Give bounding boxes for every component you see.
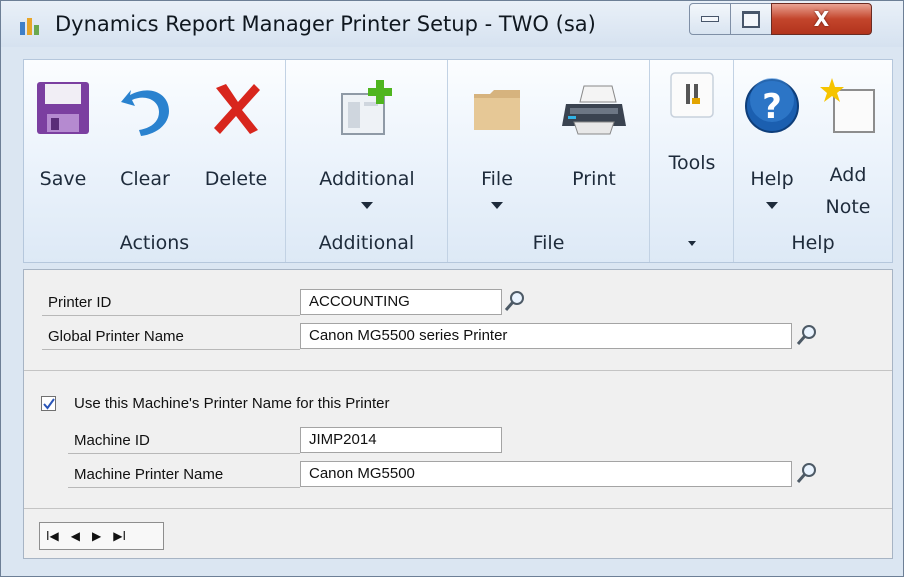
- printer-icon: [560, 82, 628, 136]
- add-note-label-line2: Note: [825, 196, 871, 218]
- machine-printer-name-lookup-button[interactable]: [796, 462, 818, 484]
- lookup-magnifier-icon: [796, 463, 816, 483]
- lookup-magnifier-icon: [796, 325, 816, 345]
- tools-icon: [670, 72, 714, 118]
- divider: [42, 315, 300, 316]
- undo-arrow-icon: [117, 80, 173, 136]
- print-label: Print: [572, 168, 616, 190]
- maximize-button[interactable]: [730, 3, 772, 35]
- ribbon-group-tools: Tools: [650, 60, 734, 262]
- ribbon-group-help: ? Help Add Note Help: [734, 60, 892, 262]
- form-area: Printer ID ACCOUNTING Global Printer Nam…: [23, 269, 893, 559]
- note-star-icon: [818, 76, 878, 136]
- chevron-down-icon[interactable]: [687, 241, 696, 246]
- chevron-down-icon: [766, 202, 778, 209]
- machine-printer-name-label: Machine Printer Name: [74, 466, 224, 483]
- printer-id-label: Printer ID: [48, 294, 112, 311]
- ribbon-group-file: File Print File: [448, 60, 650, 262]
- tools-label: Tools: [668, 152, 716, 174]
- svg-text:?: ?: [762, 87, 782, 127]
- close-button[interactable]: X: [771, 3, 872, 35]
- checkmark-icon: [43, 398, 55, 410]
- save-button[interactable]: Save: [30, 64, 96, 214]
- folder-icon: [472, 86, 522, 132]
- clear-button[interactable]: Clear: [110, 64, 180, 214]
- file-button[interactable]: File: [462, 64, 532, 220]
- close-icon: X: [813, 7, 830, 31]
- minimize-icon: [701, 16, 719, 22]
- divider: [42, 349, 300, 350]
- minimize-button[interactable]: [689, 3, 731, 35]
- help-question-icon: ?: [744, 78, 800, 134]
- save-label: Save: [39, 168, 87, 190]
- use-machine-printer-checkbox[interactable]: [41, 396, 56, 411]
- chevron-down-icon: [491, 202, 503, 209]
- file-label: File: [481, 168, 513, 190]
- previous-record-button[interactable]: ◀: [71, 529, 80, 543]
- add-note-label-line1: Add: [829, 164, 867, 186]
- ribbon-group-additional: Additional Additional: [286, 60, 448, 262]
- clear-label: Clear: [120, 168, 170, 190]
- divider: [68, 453, 300, 454]
- delete-label: Delete: [204, 168, 268, 190]
- section-divider: [24, 370, 892, 371]
- ribbon-group-actions: Save Clear Delete Actions: [24, 60, 286, 262]
- additional-label: Additional: [319, 168, 415, 190]
- last-record-button[interactable]: ▶I: [113, 529, 126, 543]
- machine-id-field[interactable]: JIMP2014: [300, 427, 502, 453]
- add-note-button[interactable]: Add Note: [810, 64, 886, 220]
- use-machine-printer-label[interactable]: Use this Machine's Printer Name for this…: [74, 395, 389, 412]
- global-printer-name-label: Global Printer Name: [48, 328, 184, 345]
- delete-button[interactable]: Delete: [196, 64, 276, 214]
- title-bar[interactable]: Dynamics Report Manager Printer Setup - …: [1, 1, 903, 47]
- record-navigation-bar: I◀ ◀ ▶ ▶I: [39, 522, 164, 550]
- printer-id-lookup-button[interactable]: [504, 290, 526, 312]
- printer-id-field[interactable]: ACCOUNTING: [300, 289, 502, 315]
- save-disk-icon: [35, 80, 91, 136]
- help-button[interactable]: ? Help: [740, 64, 804, 220]
- global-printer-name-field[interactable]: Canon MG5500 series Printer: [300, 323, 792, 349]
- next-record-button[interactable]: ▶: [92, 529, 101, 543]
- tools-button[interactable]: Tools: [658, 64, 726, 196]
- additional-button[interactable]: Additional: [300, 64, 434, 220]
- ribbon: Save Clear Delete Actions Additional Add…: [23, 59, 893, 263]
- machine-id-label: Machine ID: [74, 432, 150, 449]
- ribbon-group-label-actions: Actions: [119, 232, 190, 254]
- machine-printer-name-field[interactable]: Canon MG5500: [300, 461, 792, 487]
- print-button[interactable]: Print: [552, 64, 636, 214]
- global-printer-name-lookup-button[interactable]: [796, 324, 818, 346]
- red-x-icon: [208, 80, 264, 136]
- lookup-magnifier-icon: [504, 291, 524, 311]
- window-add-icon: [338, 78, 396, 138]
- chevron-down-icon: [361, 202, 373, 209]
- divider: [68, 487, 300, 488]
- ribbon-group-label-help: Help: [791, 232, 835, 254]
- ribbon-group-label-file: File: [532, 232, 565, 254]
- window-title: Dynamics Report Manager Printer Setup - …: [55, 12, 596, 36]
- report-manager-icon: [19, 16, 41, 36]
- printer-setup-window: Dynamics Report Manager Printer Setup - …: [0, 0, 904, 577]
- maximize-icon: [742, 10, 760, 28]
- ribbon-group-label-additional: Additional: [318, 232, 415, 254]
- first-record-button[interactable]: I◀: [46, 529, 59, 543]
- section-divider: [24, 508, 892, 509]
- help-label: Help: [750, 168, 794, 190]
